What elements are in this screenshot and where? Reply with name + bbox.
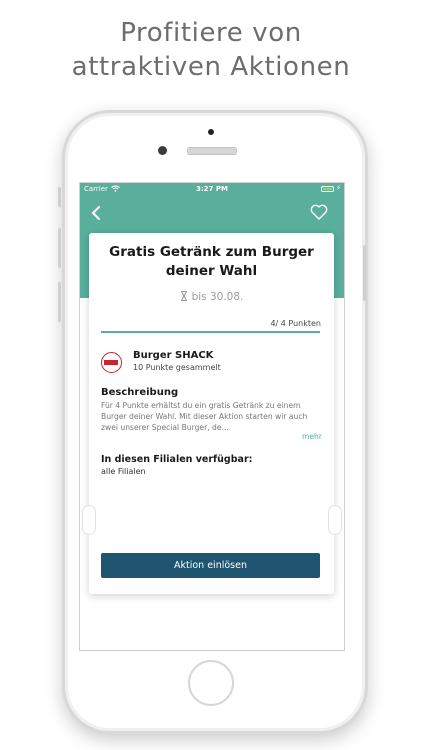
proximity-sensor — [208, 129, 214, 135]
description-heading: Beschreibung — [101, 387, 179, 398]
volume-up-button — [58, 228, 61, 268]
offer-title: Gratis Getränk zum Burger deiner Wahl — [109, 244, 314, 279]
headline-line-2: attraktiven Aktionen — [71, 52, 351, 82]
valid-until-label: bis 30.08. — [191, 291, 244, 303]
card-notch-right — [328, 505, 342, 535]
offer-validity: bis 30.08. — [89, 291, 334, 303]
power-button — [363, 245, 366, 301]
shop-logo — [101, 352, 122, 373]
card-notch-left — [82, 505, 96, 535]
front-camera — [158, 146, 167, 155]
points-progress-label: 4/ 4 Punkten — [270, 319, 321, 328]
headline-line-1: Profitiere von — [120, 18, 302, 48]
heart-outline-icon[interactable] — [310, 204, 328, 220]
offer-card: Gratis Getränk zum Burger deiner Wahl bi… — [89, 233, 334, 594]
status-bar: Carrier 3:27 PM ⚡ — [80, 183, 344, 196]
earpiece-speaker — [187, 147, 237, 155]
chevron-left-icon[interactable] — [89, 205, 105, 221]
volume-down-button — [58, 282, 61, 322]
points-progress-bar — [101, 331, 320, 333]
hourglass-icon — [180, 291, 188, 301]
charging-icon: ⚡ — [336, 184, 341, 192]
points-progress-fill — [101, 331, 320, 333]
more-link[interactable]: mehr — [302, 432, 322, 441]
shop-name: Burger SHACK — [133, 350, 214, 361]
home-button[interactable] — [188, 660, 234, 706]
description-text: Für 4 Punkte erhältst du ein gratis Getr… — [101, 401, 308, 432]
app-screen: Carrier 3:27 PM ⚡ Gratis Getränk zum Bur… — [79, 182, 345, 651]
battery-icon — [321, 186, 334, 192]
status-time: 3:27 PM — [196, 185, 228, 193]
shop-points-collected: 10 Punkte gesammelt — [133, 363, 221, 372]
branches-text: alle Filialen — [101, 467, 146, 476]
mute-switch — [58, 187, 61, 207]
redeem-button[interactable]: Aktion einlösen — [101, 553, 320, 578]
branches-heading: In diesen Filialen verfügbar: — [101, 454, 253, 465]
promo-headline: Profitiere von attraktiven Aktionen — [0, 16, 422, 84]
